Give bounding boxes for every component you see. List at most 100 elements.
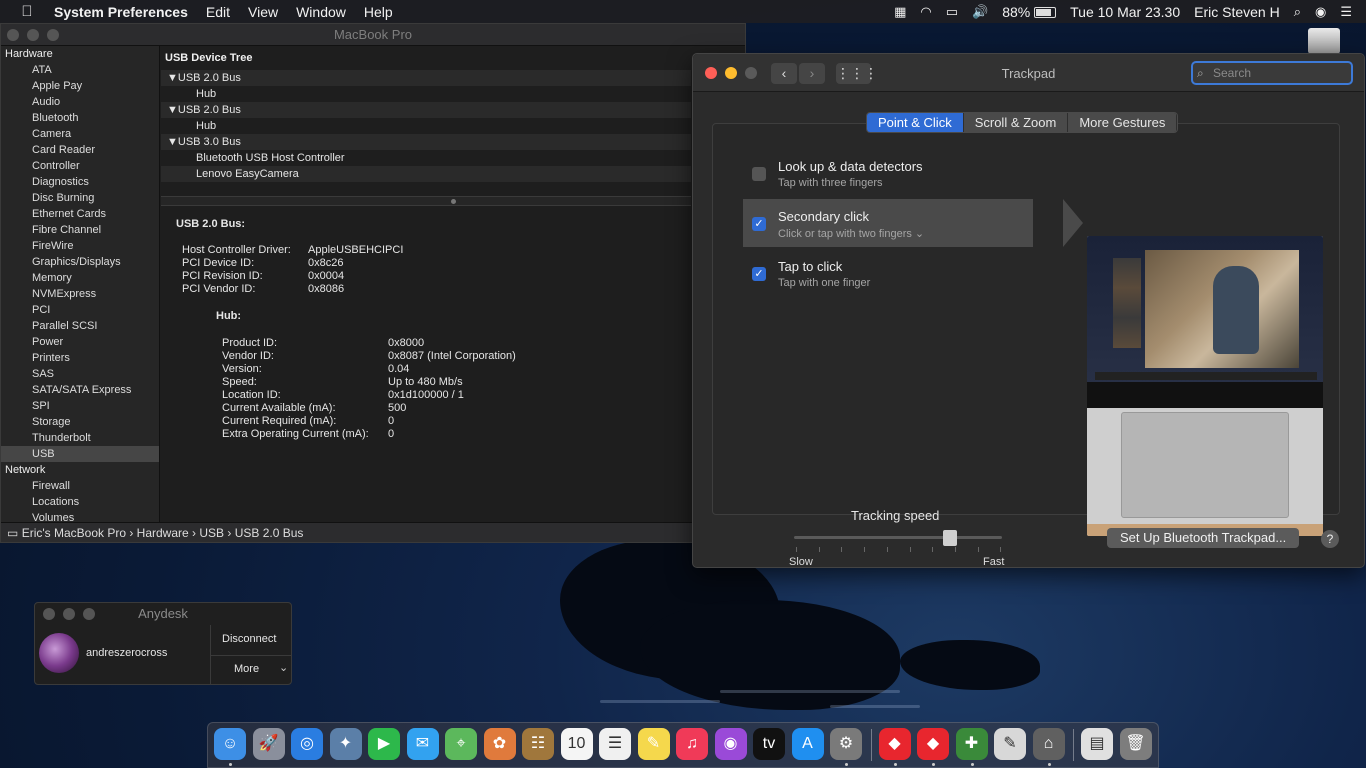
menu-view[interactable]: View bbox=[248, 4, 278, 20]
sidebar-item[interactable]: NVMExpress bbox=[1, 286, 159, 302]
tree-row[interactable]: Lenovo EasyCamera bbox=[161, 166, 691, 182]
checkbox[interactable]: ✓ bbox=[752, 217, 766, 231]
notes-icon[interactable]: ✎ bbox=[637, 728, 670, 760]
document-icon[interactable]: ▤ bbox=[1081, 728, 1113, 760]
menu-edit[interactable]: Edit bbox=[206, 4, 230, 20]
sidebar-item[interactable]: Memory bbox=[1, 270, 159, 286]
sidebar-item[interactable]: Storage bbox=[1, 414, 159, 430]
reminders-icon[interactable]: ☰ bbox=[599, 728, 631, 760]
anydesk-icon[interactable]: ◆ bbox=[878, 728, 911, 760]
apple-menu-icon[interactable]:  bbox=[0, 3, 54, 20]
sidebar-item[interactable]: Audio bbox=[1, 94, 159, 110]
hanger-icon[interactable]: ⌂ bbox=[1032, 728, 1065, 760]
chevron-down-icon[interactable]: ⌄ bbox=[279, 661, 288, 674]
safari-icon[interactable]: ◎ bbox=[291, 728, 323, 760]
menu-window[interactable]: Window bbox=[296, 4, 346, 20]
preview-icon[interactable]: ✦ bbox=[329, 728, 362, 760]
maps-icon[interactable]: ⌖ bbox=[445, 728, 477, 760]
tree-row[interactable]: Bluetooth USB Host Controller bbox=[161, 150, 691, 166]
sidebar-item[interactable]: Card Reader bbox=[1, 142, 159, 158]
sidebar-category[interactable]: Network bbox=[1, 462, 159, 478]
minimize-button[interactable] bbox=[27, 29, 39, 41]
tracking-speed-slider[interactable] bbox=[794, 530, 1002, 546]
sidebar-item[interactable]: Printers bbox=[1, 350, 159, 366]
help-button[interactable]: ? bbox=[1321, 530, 1339, 548]
control-center-icon[interactable]: ☰ bbox=[1340, 4, 1352, 20]
search-icon[interactable]: ⌕ bbox=[1294, 4, 1301, 20]
system-information-icon[interactable]: ✚ bbox=[955, 728, 988, 760]
slider-knob[interactable] bbox=[943, 530, 957, 546]
minimize-button[interactable] bbox=[63, 608, 75, 620]
tab-point-click[interactable]: Point & Click bbox=[867, 113, 964, 132]
script-editor-icon[interactable]: ✎ bbox=[994, 728, 1026, 760]
sidebar-item[interactable]: Volumes bbox=[1, 510, 159, 522]
sidebar-item[interactable]: Camera bbox=[1, 126, 159, 142]
sidebar-item[interactable]: Graphics/Displays bbox=[1, 254, 159, 270]
tree-row[interactable]: ▼USB 3.0 Bus bbox=[161, 134, 691, 150]
sidebar-item[interactable]: SATA/SATA Express bbox=[1, 382, 159, 398]
podcasts-icon[interactable]: ◉ bbox=[714, 728, 747, 760]
tree-row[interactable]: Hub bbox=[161, 118, 691, 134]
zoom-button[interactable] bbox=[47, 29, 59, 41]
gesture-option[interactable]: Look up & data detectors Tap with three f… bbox=[743, 149, 1033, 197]
tab-more-gestures[interactable]: More Gestures bbox=[1068, 113, 1178, 132]
sidebar-category[interactable]: Hardware bbox=[1, 46, 159, 62]
launchpad-icon[interactable]: 🚀 bbox=[252, 728, 285, 760]
checkbox[interactable] bbox=[752, 167, 766, 181]
setup-bluetooth-trackpad-button[interactable]: Set Up Bluetooth Trackpad... bbox=[1107, 528, 1300, 548]
activity-monitor-icon[interactable]: ▦ bbox=[894, 4, 906, 20]
tree-row[interactable]: ▼USB 2.0 Bus bbox=[161, 102, 691, 118]
app-store-icon[interactable]: A bbox=[791, 728, 824, 760]
calendar-icon[interactable]: 10 bbox=[560, 728, 593, 760]
contacts-icon[interactable]: ☷ bbox=[522, 728, 554, 760]
sidebar-item[interactable]: Disc Burning bbox=[1, 190, 159, 206]
tree-row[interactable]: ▼USB 2.0 Bus bbox=[161, 70, 691, 86]
battery-status[interactable]: 88% bbox=[1002, 4, 1057, 20]
sidebar-item[interactable]: Power bbox=[1, 334, 159, 350]
sidebar-item[interactable]: Locations bbox=[1, 494, 159, 510]
sidebar-item[interactable]: Thunderbolt bbox=[1, 430, 159, 446]
anydesk-2-icon[interactable]: ◆ bbox=[917, 728, 949, 760]
sidebar-item[interactable]: Bluetooth bbox=[1, 110, 159, 126]
sidebar-item[interactable]: USB bbox=[1, 446, 159, 462]
tab-scroll-zoom[interactable]: Scroll & Zoom bbox=[963, 113, 1069, 132]
apple-tv-icon[interactable]: tv bbox=[753, 728, 785, 760]
music-icon[interactable]: ♫ bbox=[676, 728, 708, 760]
photos-icon[interactable]: ✿ bbox=[483, 728, 516, 760]
menu-help[interactable]: Help bbox=[364, 4, 393, 20]
sidebar-item[interactable]: PCI bbox=[1, 302, 159, 318]
search-field[interactable]: ⌕ Search bbox=[1191, 61, 1353, 85]
checkbox[interactable]: ✓ bbox=[752, 267, 766, 281]
user-menu[interactable]: Eric Steven H bbox=[1194, 4, 1280, 20]
zoom-button[interactable] bbox=[83, 608, 95, 620]
split-view-handle[interactable] bbox=[161, 196, 691, 206]
app-menu[interactable]: System Preferences bbox=[54, 4, 188, 20]
sidebar-item[interactable]: Firewall bbox=[1, 478, 159, 494]
tree-row[interactable]: Hub bbox=[161, 86, 691, 102]
sidebar-item[interactable]: Parallel SCSI bbox=[1, 318, 159, 334]
finder-icon[interactable]: ☺ bbox=[214, 728, 246, 760]
sidebar-item[interactable]: SPI bbox=[1, 398, 159, 414]
wifi-icon[interactable]: ◠ bbox=[920, 4, 931, 20]
sidebar-item[interactable]: Controller bbox=[1, 158, 159, 174]
gesture-option[interactable]: ✓ Secondary click Click or tap with two fi… bbox=[743, 199, 1083, 247]
sidebar-item[interactable]: Ethernet Cards bbox=[1, 206, 159, 222]
airplay-icon[interactable]: ▭ bbox=[946, 4, 958, 20]
sidebar-item[interactable]: Fibre Channel bbox=[1, 222, 159, 238]
gesture-option[interactable]: ✓ Tap to click Tap with one finger bbox=[743, 249, 1033, 297]
sidebar-item[interactable]: Diagnostics bbox=[1, 174, 159, 190]
siri-icon[interactable]: ◉ bbox=[1315, 4, 1326, 20]
trash-icon[interactable]: 🗑 bbox=[1119, 728, 1152, 760]
sidebar-item[interactable]: FireWire bbox=[1, 238, 159, 254]
volume-icon[interactable]: 🔊 bbox=[972, 4, 988, 20]
system-preferences-icon[interactable]: ⚙ bbox=[830, 728, 862, 760]
hard-drive-icon[interactable] bbox=[1308, 28, 1340, 54]
close-button[interactable] bbox=[43, 608, 55, 620]
clock[interactable]: Tue 10 Mar 23.30 bbox=[1070, 4, 1180, 20]
sidebar-item[interactable]: Apple Pay bbox=[1, 78, 159, 94]
option-subtitle[interactable]: Click or tap with two fingers ⌄ bbox=[778, 227, 924, 240]
disconnect-button[interactable]: Disconnect bbox=[222, 633, 276, 645]
sidebar-item[interactable]: SAS bbox=[1, 366, 159, 382]
close-button[interactable] bbox=[7, 29, 19, 41]
facetime-icon[interactable]: ▶ bbox=[368, 728, 400, 760]
